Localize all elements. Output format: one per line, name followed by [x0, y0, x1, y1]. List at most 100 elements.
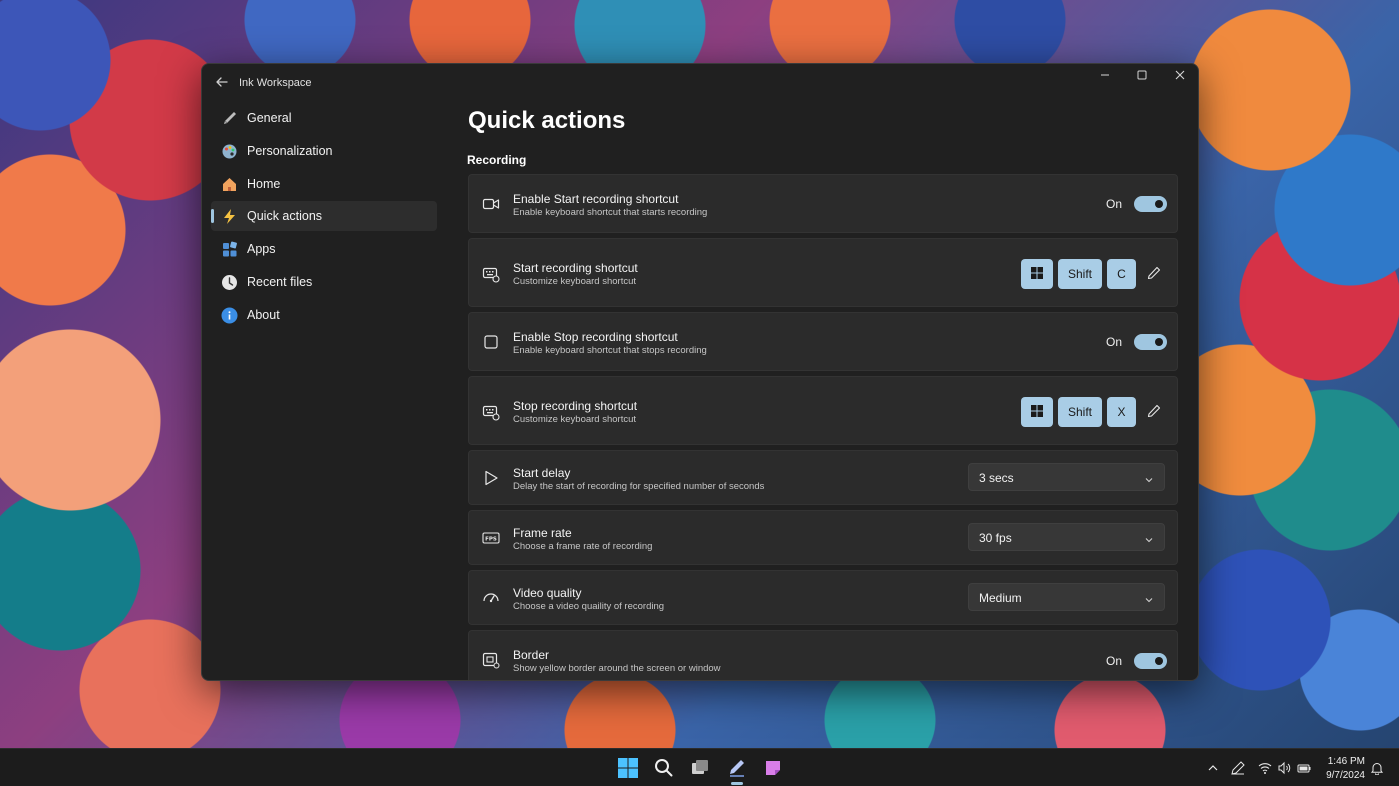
- svg-text:FPS: FPS: [485, 537, 497, 543]
- setting-card-start-delay: Start delay Delay the start of recording…: [468, 450, 1178, 505]
- active-app-indicator: [731, 782, 743, 785]
- keyboard-icon: [482, 265, 500, 283]
- volume-icon[interactable]: [1277, 761, 1291, 775]
- sidebar-item-label: Quick actions: [247, 209, 323, 223]
- stop-square-icon: [482, 333, 500, 351]
- pen-icon: [221, 110, 238, 127]
- toggle-state-label: On: [1105, 335, 1122, 349]
- toggle-state-label: On: [1105, 197, 1122, 211]
- setting-card-enable-stop-shortcut: Enable Stop recording shortcut Enable ke…: [468, 312, 1178, 371]
- minimize-icon: [1100, 67, 1110, 85]
- task-view-icon[interactable]: [689, 757, 711, 779]
- home-icon: [221, 176, 238, 193]
- title-bar: Ink Workspace: [202, 64, 1198, 102]
- sidebar-item-personalization[interactable]: Personalization: [211, 136, 437, 166]
- setting-title: Video quality: [513, 586, 582, 600]
- battery-icon[interactable]: [1297, 761, 1311, 775]
- dropdown-value: 3 secs: [979, 471, 1014, 485]
- start-shortcut-toggle[interactable]: [1134, 196, 1167, 212]
- page-title: Quick actions: [468, 107, 626, 134]
- dropdown-value: 30 fps: [979, 531, 1012, 545]
- sidebar-item-label: Apps: [247, 242, 276, 256]
- setting-title: Frame rate: [513, 526, 572, 540]
- toggle-state-label: On: [1105, 654, 1122, 668]
- ink-workspace-icon[interactable]: [726, 757, 748, 779]
- setting-title: Start delay: [513, 466, 571, 480]
- sticky-notes-icon[interactable]: [762, 757, 784, 779]
- setting-card-enable-start-shortcut: Enable Start recording shortcut Enable k…: [468, 174, 1178, 233]
- shift-key: Shift: [1058, 397, 1102, 427]
- chevron-down-icon: [1144, 532, 1154, 543]
- lightning-icon: [221, 208, 238, 225]
- search-icon[interactable]: [653, 757, 675, 779]
- setting-card-start-shortcut: Start recording shortcut Customize keybo…: [468, 238, 1178, 307]
- setting-card-frame-rate: FPS Frame rate Choose a frame rate of re…: [468, 510, 1178, 565]
- clock-date[interactable]: 9/7/2024: [1326, 770, 1365, 781]
- frame-rate-dropdown[interactable]: 30 fps: [968, 523, 1165, 551]
- maximize-button[interactable]: [1123, 64, 1161, 88]
- apps-icon: [221, 241, 238, 258]
- sidebar-item-home[interactable]: Home: [211, 169, 437, 199]
- video-camera-icon: [482, 195, 500, 213]
- setting-title: Border: [513, 648, 550, 662]
- chevron-down-icon: [1144, 592, 1154, 603]
- wifi-icon[interactable]: [1258, 761, 1272, 775]
- quality-icon: [482, 589, 500, 607]
- sidebar-item-recent-files[interactable]: Recent files: [211, 267, 437, 297]
- setting-card-video-quality: Video quality Choose a video quaility of…: [468, 570, 1178, 625]
- edit-pencil-icon[interactable]: [1147, 266, 1161, 280]
- dropdown-value: Medium: [979, 591, 1022, 605]
- setting-title: Start recording shortcut: [513, 261, 638, 275]
- setting-description: Choose a video quaility of recording: [513, 601, 665, 612]
- section-title: Recording: [467, 153, 527, 167]
- sidebar-item-label: Home: [247, 177, 281, 191]
- keyboard-icon: [482, 403, 500, 421]
- video-quality-dropdown[interactable]: Medium: [968, 583, 1165, 611]
- clock-icon: [221, 274, 238, 291]
- windows-key: [1021, 397, 1053, 427]
- close-icon: [1175, 67, 1185, 85]
- app-title: Ink Workspace: [239, 77, 312, 89]
- sidebar-item-label: Recent files: [247, 275, 313, 289]
- chevron-up-icon[interactable]: [1206, 761, 1220, 775]
- setting-card-border: Border Show yellow border around the scr…: [468, 630, 1178, 680]
- setting-description: Customize keyboard shortcut: [513, 276, 637, 287]
- start-button-icon[interactable]: [617, 757, 639, 779]
- info-icon: [221, 307, 238, 324]
- sidebar-item-label: General: [247, 111, 292, 125]
- sidebar-item-about[interactable]: About: [211, 300, 437, 330]
- border-toggle[interactable]: [1134, 653, 1167, 669]
- sidebar-item-quick-actions[interactable]: Quick actions: [211, 201, 437, 231]
- setting-title: Enable Start recording shortcut: [513, 192, 679, 206]
- chevron-down-icon: [1144, 472, 1154, 483]
- close-button[interactable]: [1161, 64, 1198, 88]
- sidebar-item-apps[interactable]: Apps: [211, 234, 437, 264]
- edit-pencil-icon[interactable]: [1147, 404, 1161, 418]
- sidebar: General Personalization Home Quick actio…: [202, 102, 447, 680]
- palette-icon: [221, 143, 238, 160]
- windows-key: [1021, 259, 1053, 289]
- setting-description: Choose a frame rate of recording: [513, 541, 653, 552]
- letter-key: X: [1107, 397, 1136, 427]
- windows-logo-icon: [1031, 266, 1043, 282]
- letter-key: C: [1107, 259, 1136, 289]
- minimize-button[interactable]: [1086, 64, 1124, 88]
- play-icon: [482, 469, 500, 487]
- maximize-icon: [1137, 67, 1147, 85]
- setting-description: Delay the start of recording for specifi…: [513, 481, 765, 492]
- setting-description: Enable keyboard shortcut that stops reco…: [513, 345, 707, 356]
- pen-tray-icon[interactable]: [1231, 761, 1245, 775]
- stop-shortcut-toggle[interactable]: [1134, 334, 1167, 350]
- shift-key: Shift: [1058, 259, 1102, 289]
- setting-title: Enable Stop recording shortcut: [513, 330, 678, 344]
- setting-description: Customize keyboard shortcut: [513, 414, 637, 425]
- sidebar-item-general[interactable]: General: [211, 103, 437, 133]
- notification-bell-icon[interactable]: [1370, 761, 1384, 775]
- windows-logo-icon: [1031, 404, 1043, 420]
- clock-time[interactable]: 1:46 PM: [1328, 756, 1365, 767]
- back-arrow-icon[interactable]: [214, 74, 230, 90]
- sidebar-item-label: Personalization: [247, 144, 333, 158]
- active-indicator: [211, 209, 214, 223]
- taskbar: 1:46 PM 9/7/2024: [0, 748, 1399, 786]
- start-delay-dropdown[interactable]: 3 secs: [968, 463, 1165, 491]
